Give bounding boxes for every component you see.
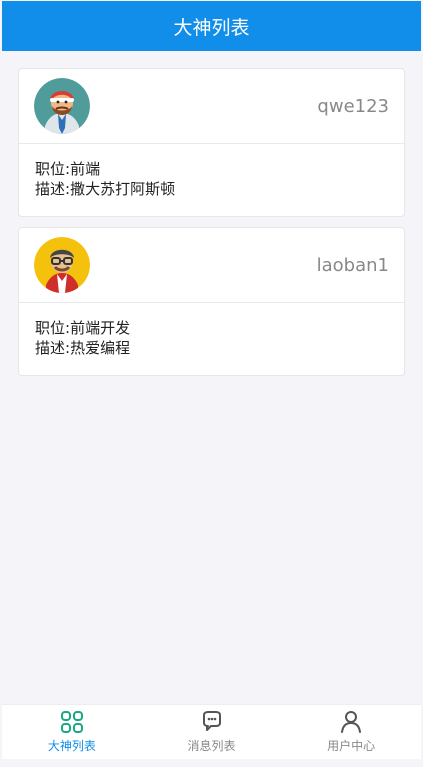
username: laoban1 xyxy=(316,254,389,276)
user-card-header: laoban1 xyxy=(19,228,404,303)
app-screen: 大神列表 qwe123 职位:前端 描述:撒大苏打阿斯顿 laoban1 职位:… xyxy=(2,1,421,759)
tab-label: 大神列表 xyxy=(47,739,96,753)
chat-bubble-icon xyxy=(202,711,221,731)
description-line: 描述:热爱编程 xyxy=(35,338,389,358)
position-label: 职位: xyxy=(35,319,71,337)
username: qwe123 xyxy=(317,95,389,117)
user-card-body: 职位:前端开发 描述:热爱编程 xyxy=(19,303,404,375)
tab-message-list[interactable]: 消息列表 xyxy=(142,705,282,759)
position-line: 职位:前端 xyxy=(35,159,389,179)
position-label: 职位: xyxy=(35,160,71,178)
grid-icon xyxy=(60,711,83,733)
user-list: qwe123 职位:前端 描述:撒大苏打阿斯顿 laoban1 职位:前端开发 … xyxy=(2,51,421,376)
user-card-header: qwe123 xyxy=(19,69,404,144)
bottom-tab-bar: 大神列表 消息列表 用户中心 xyxy=(2,704,421,759)
description-label: 描述: xyxy=(35,180,71,198)
position-value: 前端 xyxy=(70,160,101,178)
navbar: 大神列表 xyxy=(2,1,421,51)
description-value: 撒大苏打阿斯顿 xyxy=(70,180,176,198)
tab-label: 用户中心 xyxy=(327,739,376,753)
user-card[interactable]: qwe123 职位:前端 描述:撒大苏打阿斯顿 xyxy=(18,68,405,217)
avatar xyxy=(34,237,90,293)
position-line: 职位:前端开发 xyxy=(35,318,389,338)
avatar xyxy=(34,78,90,134)
user-icon xyxy=(341,711,362,733)
description-value: 热爱编程 xyxy=(70,339,131,357)
description-line: 描述:撒大苏打阿斯顿 xyxy=(35,179,389,199)
tab-dashen-list[interactable]: 大神列表 xyxy=(2,705,142,759)
tab-user-center[interactable]: 用户中心 xyxy=(281,705,421,759)
page-title: 大神列表 xyxy=(173,16,250,39)
description-label: 描述: xyxy=(35,339,71,357)
position-value: 前端开发 xyxy=(70,319,131,337)
user-card-body: 职位:前端 描述:撒大苏打阿斯顿 xyxy=(19,144,404,216)
tab-label: 消息列表 xyxy=(187,739,236,753)
user-card[interactable]: laoban1 职位:前端开发 描述:热爱编程 xyxy=(18,227,405,376)
